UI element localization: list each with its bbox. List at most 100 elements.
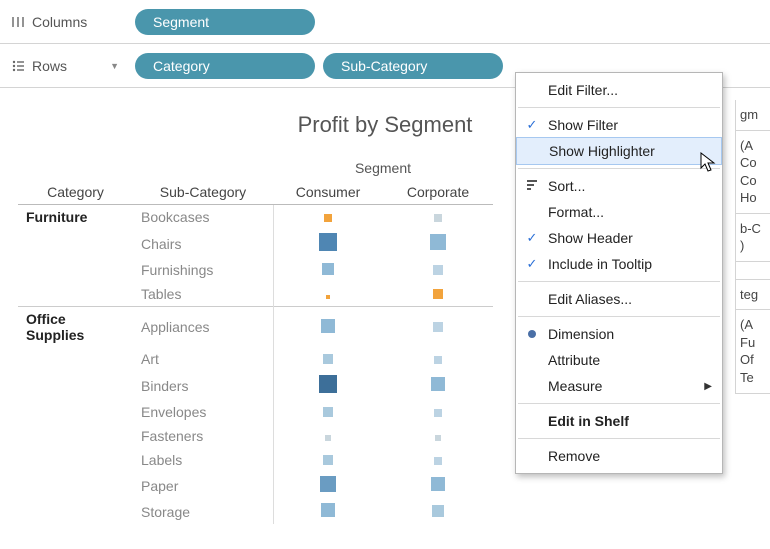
menu-item-label: Dimension [548, 326, 712, 342]
sort-icon [522, 179, 542, 194]
menu-item-label: Edit in Shelf [548, 413, 712, 429]
mark-cell[interactable] [383, 282, 493, 307]
menu-item-label: Sort... [548, 178, 712, 194]
mark-cell[interactable] [273, 424, 383, 448]
category-cell[interactable] [18, 258, 133, 282]
mark-cell[interactable] [273, 258, 383, 282]
category-cell[interactable]: OfficeSupplies [18, 307, 133, 348]
category-cell[interactable] [18, 499, 133, 524]
mark-cell[interactable] [273, 448, 383, 472]
mark-cell[interactable] [383, 229, 493, 258]
mark-square [323, 455, 333, 465]
mark-square [321, 503, 335, 517]
columns-shelf[interactable]: Columns Segment [0, 0, 770, 44]
column-header[interactable]: Corporate [383, 180, 493, 205]
mark-cell[interactable] [273, 282, 383, 307]
mark-cell[interactable] [383, 499, 493, 524]
mark-cell[interactable] [383, 347, 493, 371]
mark-cell[interactable] [273, 229, 383, 258]
subcategory-cell[interactable]: Labels [133, 448, 273, 472]
mark-square [433, 322, 443, 332]
subcategory-cell[interactable]: Paper [133, 472, 273, 499]
category-cell[interactable] [18, 347, 133, 371]
table-row: Paper [18, 472, 493, 499]
mark-square [434, 409, 442, 417]
mark-cell[interactable] [383, 371, 493, 400]
mark-cell[interactable] [383, 472, 493, 499]
column-header[interactable]: Consumer [273, 180, 383, 205]
mark-square [319, 233, 337, 251]
menu-item-show-highlighter[interactable]: Show Highlighter [516, 137, 722, 165]
mark-cell[interactable] [273, 472, 383, 499]
menu-item-show-header[interactable]: ✓Show Header [516, 225, 722, 251]
menu-item-measure[interactable]: Measure▶ [516, 373, 722, 399]
rows-pill-0[interactable]: Category [135, 53, 315, 79]
menu-item-label: Attribute [548, 352, 712, 368]
mark-cell[interactable] [273, 205, 383, 230]
menu-item-edit-aliases[interactable]: Edit Aliases... [516, 286, 722, 312]
subcategory-cell[interactable]: Furnishings [133, 258, 273, 282]
right-panel-cell: b-C) [736, 214, 770, 262]
menu-item-attribute[interactable]: Attribute [516, 347, 722, 373]
menu-item-show-filter[interactable]: ✓Show Filter [516, 112, 722, 138]
mark-square [432, 505, 444, 517]
columns-icon [10, 14, 26, 30]
menu-item-edit-filter[interactable]: Edit Filter... [516, 77, 722, 103]
subcategory-cell[interactable]: Appliances [133, 307, 273, 348]
category-cell[interactable] [18, 229, 133, 258]
menu-item-sort[interactable]: Sort... [516, 173, 722, 199]
table-row: FurnitureBookcases [18, 205, 493, 230]
mark-square [430, 234, 446, 250]
mark-cell[interactable] [273, 499, 383, 524]
mark-cell[interactable] [383, 448, 493, 472]
subcategory-cell[interactable]: Storage [133, 499, 273, 524]
mark-cell[interactable] [273, 347, 383, 371]
subcategory-cell[interactable]: Binders [133, 371, 273, 400]
table-row: Labels [18, 448, 493, 472]
category-cell[interactable] [18, 472, 133, 499]
menu-item-label: Edit Filter... [548, 82, 712, 98]
mark-square [326, 295, 330, 299]
subcategory-cell[interactable]: Art [133, 347, 273, 371]
right-panel-cell: gm [736, 100, 770, 131]
category-cell[interactable] [18, 282, 133, 307]
mark-square [435, 435, 441, 441]
chevron-down-icon[interactable]: ▼ [110, 61, 119, 71]
category-cell[interactable] [18, 371, 133, 400]
mark-cell[interactable] [383, 424, 493, 448]
column-header[interactable]: Category [18, 180, 133, 205]
mark-cell[interactable] [273, 371, 383, 400]
subcategory-cell[interactable]: Fasteners [133, 424, 273, 448]
mark-cell[interactable] [383, 307, 493, 348]
pill-context-menu[interactable]: Edit Filter... ✓Show FilterShow Highlight… [515, 72, 723, 474]
rows-icon [10, 58, 26, 74]
mark-square [434, 214, 442, 222]
mark-cell[interactable] [383, 400, 493, 424]
right-panel-cell: (AFuOfTe [736, 310, 770, 393]
mark-cell[interactable] [273, 307, 383, 348]
mark-cell[interactable] [273, 400, 383, 424]
menu-item-include-in-tooltip[interactable]: ✓Include in Tooltip [516, 251, 722, 277]
menu-item-edit-in-shelf[interactable]: Edit in Shelf [516, 408, 722, 434]
table-row: OfficeSuppliesAppliances [18, 307, 493, 348]
mark-cell[interactable] [383, 205, 493, 230]
mark-square [434, 356, 442, 364]
columns-pill-0[interactable]: Segment [135, 9, 315, 35]
menu-item-dimension[interactable]: Dimension [516, 321, 722, 347]
subcategory-cell[interactable]: Chairs [133, 229, 273, 258]
menu-item-format[interactable]: Format... [516, 199, 722, 225]
rows-pill-1[interactable]: Sub-Category [323, 53, 503, 79]
menu-item-remove[interactable]: Remove [516, 443, 722, 469]
mark-cell[interactable] [383, 258, 493, 282]
menu-item-label: Include in Tooltip [548, 256, 712, 272]
category-cell[interactable] [18, 400, 133, 424]
subcategory-cell[interactable]: Tables [133, 282, 273, 307]
subcategory-cell[interactable]: Envelopes [133, 400, 273, 424]
subcategory-cell[interactable]: Bookcases [133, 205, 273, 230]
column-header[interactable]: Sub-Category [133, 180, 273, 205]
menu-item-label: Edit Aliases... [548, 291, 712, 307]
category-cell[interactable]: Furniture [18, 205, 133, 230]
category-cell[interactable] [18, 424, 133, 448]
category-cell[interactable] [18, 448, 133, 472]
mark-square [431, 477, 445, 491]
